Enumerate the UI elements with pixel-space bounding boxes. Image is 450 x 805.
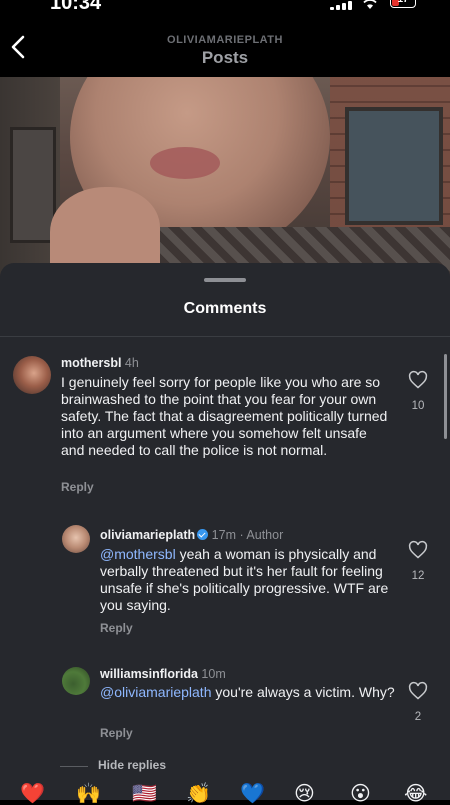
profile-username: OLIVIAMARIEPLATH bbox=[167, 34, 283, 46]
sheet-title: Comments bbox=[183, 300, 267, 317]
wifi-icon bbox=[362, 0, 378, 13]
emoji-clap[interactable]: 👏 bbox=[186, 784, 211, 804]
author-badge: Author bbox=[246, 528, 284, 542]
like-count: 10 bbox=[411, 400, 425, 412]
emoji-laughing[interactable]: 😂 bbox=[404, 784, 427, 804]
battery-icon: 17 bbox=[390, 0, 416, 8]
post-photo[interactable] bbox=[0, 77, 450, 277]
drag-handle[interactable] bbox=[204, 278, 246, 282]
reply-button[interactable]: Reply bbox=[61, 480, 94, 494]
emoji-heart[interactable]: ❤️ bbox=[20, 784, 45, 804]
comment-time: 10m bbox=[201, 667, 226, 681]
page-title: Posts bbox=[201, 48, 249, 67]
comment-time: 4h bbox=[124, 356, 139, 370]
comment-text: @mothersbl yeah a woman is physically an… bbox=[100, 546, 395, 614]
like-count: 2 bbox=[414, 711, 422, 723]
comment-username[interactable]: mothersbl 4h bbox=[61, 356, 139, 370]
top-nav: OLIVIAMARIEPLATH Posts bbox=[0, 22, 450, 77]
reply-button[interactable]: Reply bbox=[100, 621, 133, 635]
heart-icon[interactable] bbox=[408, 370, 428, 390]
comment-text: I genuinely feel sorry for people like y… bbox=[61, 374, 388, 458]
comment-body: you're always a victim. Why? bbox=[211, 684, 395, 700]
username[interactable]: mothersbl bbox=[61, 356, 121, 370]
divider bbox=[0, 336, 450, 337]
status-bar: 10:34 17 bbox=[0, 0, 450, 22]
reply-button[interactable]: Reply bbox=[100, 726, 133, 740]
signal-icon bbox=[330, 0, 352, 10]
comment-time: 17m bbox=[211, 528, 236, 542]
emoji-blue-heart[interactable]: 💙 bbox=[240, 784, 265, 804]
comment-username[interactable]: oliviamarieplath 17m · Author bbox=[100, 528, 283, 542]
avatar[interactable] bbox=[13, 356, 51, 394]
mention-link[interactable]: @mothersbl bbox=[100, 546, 176, 562]
username[interactable]: oliviamarieplath bbox=[100, 528, 195, 542]
hide-replies-line bbox=[60, 766, 88, 767]
heart-icon[interactable] bbox=[408, 540, 428, 560]
emoji-crying[interactable]: 😢 bbox=[294, 784, 315, 804]
hide-replies-button[interactable]: Hide replies bbox=[98, 758, 166, 772]
comment-username[interactable]: williamsinflorida 10m bbox=[100, 667, 226, 681]
like-count: 12 bbox=[411, 570, 425, 582]
battery-level: 17 bbox=[391, 0, 415, 5]
emoji-bar: ❤️ 🙌 🇺🇸 👏 💙 😢 😮 😂 bbox=[0, 784, 450, 804]
emoji-surprised[interactable]: 😮 bbox=[350, 784, 371, 804]
mention-link[interactable]: @oliviamarieplath bbox=[100, 684, 211, 700]
verified-badge-icon bbox=[197, 529, 209, 540]
heart-icon[interactable] bbox=[408, 681, 428, 701]
comment-text: @oliviamarieplath you're always a victim… bbox=[100, 684, 395, 701]
username[interactable]: williamsinflorida bbox=[100, 667, 198, 681]
emoji-raising-hands[interactable]: 🙌 bbox=[76, 784, 101, 804]
emoji-us-flag[interactable]: 🇺🇸 bbox=[132, 784, 157, 804]
status-time: 10:34 bbox=[50, 0, 102, 14]
avatar[interactable] bbox=[62, 525, 90, 553]
avatar[interactable] bbox=[62, 667, 90, 695]
scrollbar[interactable] bbox=[444, 354, 447, 439]
